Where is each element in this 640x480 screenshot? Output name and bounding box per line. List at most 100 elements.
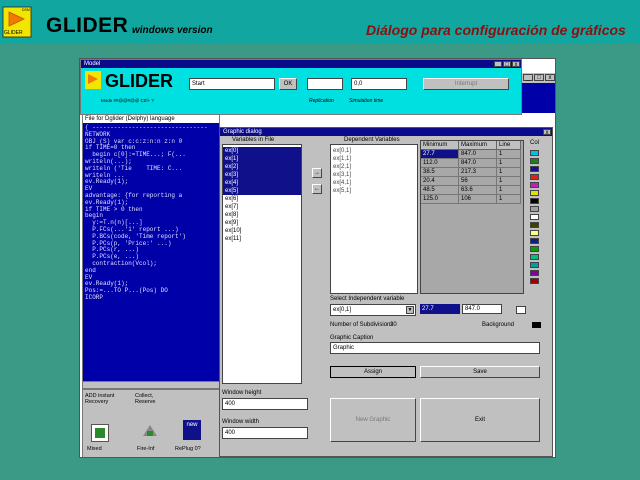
- window-height-input[interactable]: 400: [222, 398, 308, 410]
- color-swatch[interactable]: [530, 190, 539, 196]
- minimize-button[interactable]: _: [494, 61, 502, 68]
- table-cell[interactable]: 112.0: [421, 159, 459, 168]
- table-cell[interactable]: 1: [497, 168, 521, 177]
- assign-button[interactable]: Assign: [330, 366, 416, 378]
- independent-color[interactable]: [516, 306, 526, 314]
- table-cell[interactable]: 38.5: [421, 168, 459, 177]
- code-horizontal-scrollbar[interactable]: [83, 381, 219, 388]
- variable-item[interactable]: ex[3]: [223, 171, 301, 179]
- dependent-item[interactable]: ex[3,1]: [331, 171, 417, 179]
- table-cell[interactable]: 125.0: [421, 195, 459, 204]
- close-button[interactable]: x: [512, 61, 520, 68]
- bg-maximize-button[interactable]: □: [534, 74, 544, 81]
- table-row[interactable]: 112.0 847.0 1: [421, 159, 523, 168]
- maximize-button[interactable]: □: [503, 61, 511, 68]
- color-swatch[interactable]: [530, 254, 539, 260]
- table-cell[interactable]: 106: [459, 195, 497, 204]
- fire-inf-icon[interactable]: [141, 422, 159, 440]
- variable-item[interactable]: ex[10]: [223, 227, 301, 235]
- table-cell[interactable]: 63.6: [459, 186, 497, 195]
- color-swatch[interactable]: [530, 278, 539, 284]
- bottom-item-2[interactable]: Collect, Reserve: [135, 393, 175, 405]
- table-cell[interactable]: 847.0: [459, 150, 497, 159]
- variable-item[interactable]: ex[0]: [223, 147, 301, 155]
- table-cell[interactable]: 27.7: [421, 150, 459, 159]
- color-swatch[interactable]: [530, 198, 539, 204]
- color-swatch[interactable]: [530, 206, 539, 212]
- simulation-time-field[interactable]: 0,0: [351, 78, 407, 90]
- color-swatch[interactable]: [530, 262, 539, 268]
- variable-item[interactable]: ex[5]: [223, 187, 301, 195]
- color-swatch[interactable]: [530, 246, 539, 252]
- color-swatch[interactable]: [530, 150, 539, 156]
- variable-item[interactable]: ex[7]: [223, 203, 301, 211]
- start-input[interactable]: Start: [189, 78, 275, 90]
- table-cell[interactable]: 20.4: [421, 177, 459, 186]
- independent-min[interactable]: 27.7: [420, 304, 460, 314]
- color-swatch[interactable]: [530, 238, 539, 244]
- variable-item[interactable]: ex[8]: [223, 211, 301, 219]
- dependent-item[interactable]: ex[1,1]: [331, 155, 417, 163]
- chevron-down-icon[interactable]: ▼: [406, 306, 414, 314]
- dependent-list[interactable]: ex[0,1] ex[1,1] ex[2,1] ex[3,1] ex[4,1] ex[5,…: [330, 144, 418, 294]
- new-graphic-button[interactable]: New Graphic: [330, 398, 416, 442]
- color-swatch[interactable]: [530, 182, 539, 188]
- remove-variable-button[interactable]: ←: [312, 184, 322, 194]
- table-row[interactable]: 38.5 217.3 1: [421, 168, 523, 177]
- bg-close-button[interactable]: x: [545, 74, 555, 81]
- table-cell[interactable]: 1: [497, 195, 521, 204]
- table-cell[interactable]: 847.0: [459, 159, 497, 168]
- range-table[interactable]: Minimum Maximum Line 27.7 847.0 1 112.0 847.0 1 3…: [420, 140, 524, 294]
- color-swatch[interactable]: [530, 174, 539, 180]
- variable-item[interactable]: ex[2]: [223, 163, 301, 171]
- dependent-item[interactable]: ex[5,1]: [331, 187, 417, 195]
- table-row[interactable]: 20.4 56 1: [421, 177, 523, 186]
- interrupt-button[interactable]: Interrupt: [423, 78, 509, 90]
- graphic-dialog-close-button[interactable]: x: [543, 129, 551, 136]
- exit-button[interactable]: Exit: [420, 398, 540, 442]
- window-width-input[interactable]: 400: [222, 427, 308, 439]
- bottom-item-1[interactable]: ADD instant Recovery: [85, 393, 125, 405]
- table-cell[interactable]: 1: [497, 177, 521, 186]
- background-color-swatch[interactable]: [532, 322, 541, 328]
- variables-list[interactable]: ex[0] ex[1] ex[2] ex[3] ex[4] ex[5] ex[6] ex[7]…: [222, 144, 302, 384]
- banner-subtitle: Diálogo para configuración de gráficos: [366, 22, 626, 38]
- color-swatch[interactable]: [530, 166, 539, 172]
- save-button[interactable]: Save: [420, 366, 540, 378]
- table-cell[interactable]: 1: [497, 150, 521, 159]
- dependent-item[interactable]: ex[4,1]: [331, 179, 417, 187]
- mixed-icon[interactable]: [91, 424, 109, 442]
- dependent-item[interactable]: ex[2,1]: [331, 163, 417, 171]
- table-cell[interactable]: 56: [459, 177, 497, 186]
- subdivisions-value[interactable]: 20: [390, 322, 397, 328]
- table-cell[interactable]: 1: [497, 159, 521, 168]
- table-row[interactable]: 27.7 847.0 1: [421, 150, 523, 159]
- color-swatch[interactable]: [530, 270, 539, 276]
- table-cell[interactable]: 217.3: [459, 168, 497, 177]
- variable-item[interactable]: ex[6]: [223, 195, 301, 203]
- table-row[interactable]: 48.5 63.6 1: [421, 186, 523, 195]
- color-swatch[interactable]: [530, 230, 539, 236]
- variable-item[interactable]: ex[4]: [223, 179, 301, 187]
- code-window: File for Dglider (Delphy) language { ---…: [82, 114, 220, 389]
- caption-input[interactable]: Graphic: [330, 342, 540, 354]
- table-row[interactable]: 125.0 106 1: [421, 195, 523, 204]
- color-swatch[interactable]: [530, 222, 539, 228]
- bg-minimize-button[interactable]: _: [523, 74, 533, 81]
- independent-select[interactable]: ex[0,1] ▼: [330, 304, 416, 316]
- table-cell[interactable]: 48.5: [421, 186, 459, 195]
- ok-button[interactable]: OK: [279, 78, 297, 90]
- variable-item[interactable]: ex[1]: [223, 155, 301, 163]
- table-cell[interactable]: 1: [497, 186, 521, 195]
- code-editor[interactable]: { -------------------------------- NETWOR…: [83, 123, 219, 304]
- color-swatch[interactable]: [530, 158, 539, 164]
- replug-icon[interactable]: new: [183, 420, 201, 440]
- variable-item[interactable]: ex[11]: [223, 235, 301, 243]
- independent-max[interactable]: 847.0: [462, 304, 502, 314]
- variable-item[interactable]: ex[9]: [223, 219, 301, 227]
- color-swatch[interactable]: [530, 214, 539, 220]
- code-line: end: [85, 266, 96, 274]
- add-variable-button[interactable]: →: [312, 168, 322, 178]
- dependent-item[interactable]: ex[0,1]: [331, 147, 417, 155]
- replication-field[interactable]: [307, 78, 343, 90]
